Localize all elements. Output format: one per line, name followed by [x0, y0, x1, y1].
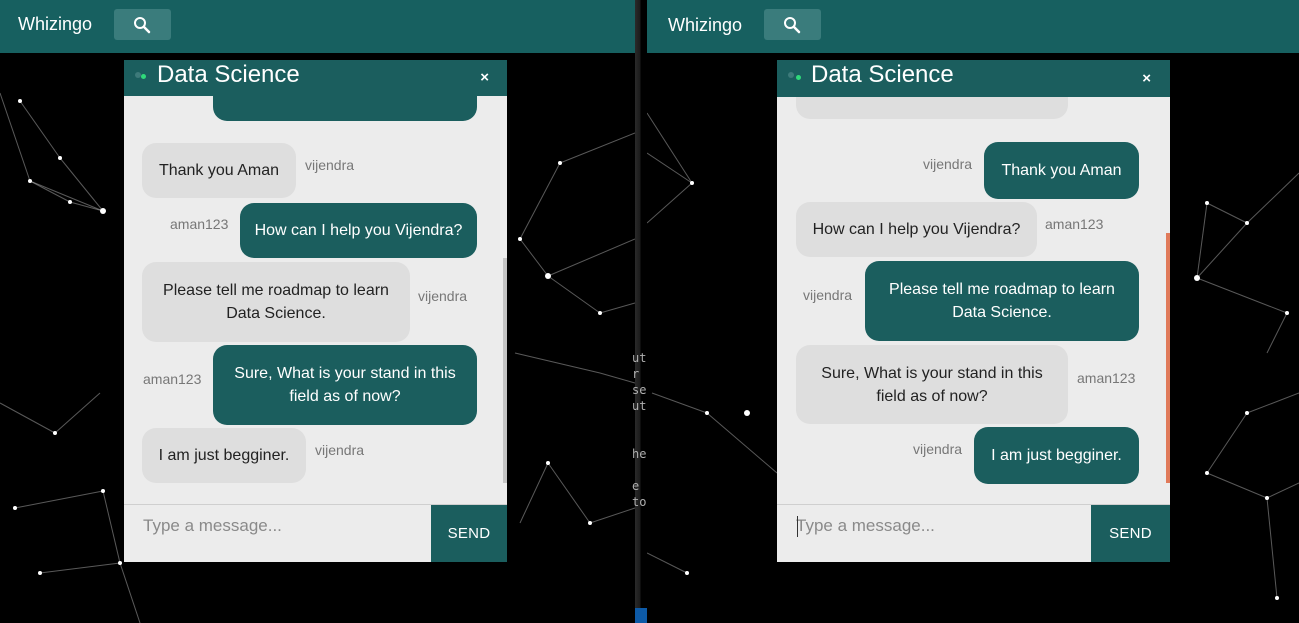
right-browser-pane: Whizingo Data Science × vijendra Thank y…: [647, 0, 1299, 623]
message-sender: vijendra: [418, 288, 468, 304]
status-strip: [635, 608, 647, 623]
message-sender: aman123: [170, 216, 229, 232]
search-icon: [784, 17, 801, 34]
text-caret: [797, 516, 798, 537]
message-composer: SEND: [124, 504, 507, 562]
close-icon[interactable]: ×: [1142, 70, 1151, 87]
chat-window: Data Science × Thank you Aman vijendra a…: [124, 60, 507, 562]
online-indicator: [796, 75, 801, 80]
send-button[interactable]: SEND: [431, 505, 507, 562]
message-input[interactable]: [777, 505, 1091, 562]
message-list[interactable]: Thank you Aman vijendra aman123 How can …: [124, 96, 507, 504]
message-bubble: Thank you Aman: [984, 142, 1139, 199]
search-button[interactable]: [764, 9, 821, 40]
message-list[interactable]: vijendra Thank you Aman How can I help y…: [777, 97, 1170, 504]
message-bubble: How can I help you Vijendra?: [240, 203, 477, 258]
message-sender: aman123: [1045, 216, 1104, 232]
message-sender: vijendra: [923, 156, 973, 172]
status-indicator-outer: [788, 72, 794, 78]
brand-logo[interactable]: Whizingo: [18, 14, 92, 35]
chat-window: Data Science × vijendra Thank you Aman H…: [777, 60, 1170, 562]
scrollbar-thumb[interactable]: [1166, 233, 1170, 483]
chat-header: Data Science ×: [124, 60, 507, 96]
message-sender: vijendra: [913, 441, 963, 457]
chat-header: Data Science ×: [777, 60, 1170, 97]
message-bubble: How can I help you Vijendra?: [796, 202, 1037, 257]
message-bubble: Thank you Aman: [142, 143, 296, 198]
message-sender: aman123: [1077, 370, 1136, 386]
message-bubble: I am just begginer.: [142, 428, 306, 483]
message-sender: vijendra: [315, 442, 365, 458]
message-sender: aman123: [143, 371, 202, 387]
left-browser-pane: Whizingo Data Science × Thank you Aman v…: [0, 0, 635, 623]
pane-divider[interactable]: [635, 0, 647, 623]
message-sender: vijendra: [305, 157, 355, 173]
online-indicator: [141, 74, 146, 79]
chat-title: Data Science: [811, 61, 954, 88]
message-bubble: Please tell me roadmap to learn Data Sci…: [142, 262, 410, 342]
message-bubble-partial: [796, 97, 1068, 119]
chat-title: Data Science: [157, 61, 300, 88]
search-icon: [134, 17, 151, 34]
send-button[interactable]: SEND: [1091, 505, 1170, 562]
brand-logo[interactable]: Whizingo: [668, 15, 742, 36]
message-bubble: Sure, What is your stand in this field a…: [213, 345, 477, 425]
message-composer: SEND: [777, 504, 1170, 562]
message-sender: vijendra: [803, 287, 853, 303]
navbar: Whizingo: [0, 0, 635, 53]
message-bubble: Sure, What is your stand in this field a…: [796, 345, 1068, 424]
search-button[interactable]: [114, 9, 171, 40]
message-bubble-partial: [213, 96, 477, 121]
navbar: Whizingo: [647, 0, 1299, 53]
message-bubble: Please tell me roadmap to learn Data Sci…: [865, 261, 1139, 341]
close-icon[interactable]: ×: [480, 69, 489, 86]
message-bubble: I am just begginer.: [974, 427, 1139, 484]
scrollbar-thumb[interactable]: [503, 258, 507, 483]
message-input[interactable]: [124, 505, 431, 562]
code-fragment: ut r se ut he e to: [632, 351, 647, 509]
